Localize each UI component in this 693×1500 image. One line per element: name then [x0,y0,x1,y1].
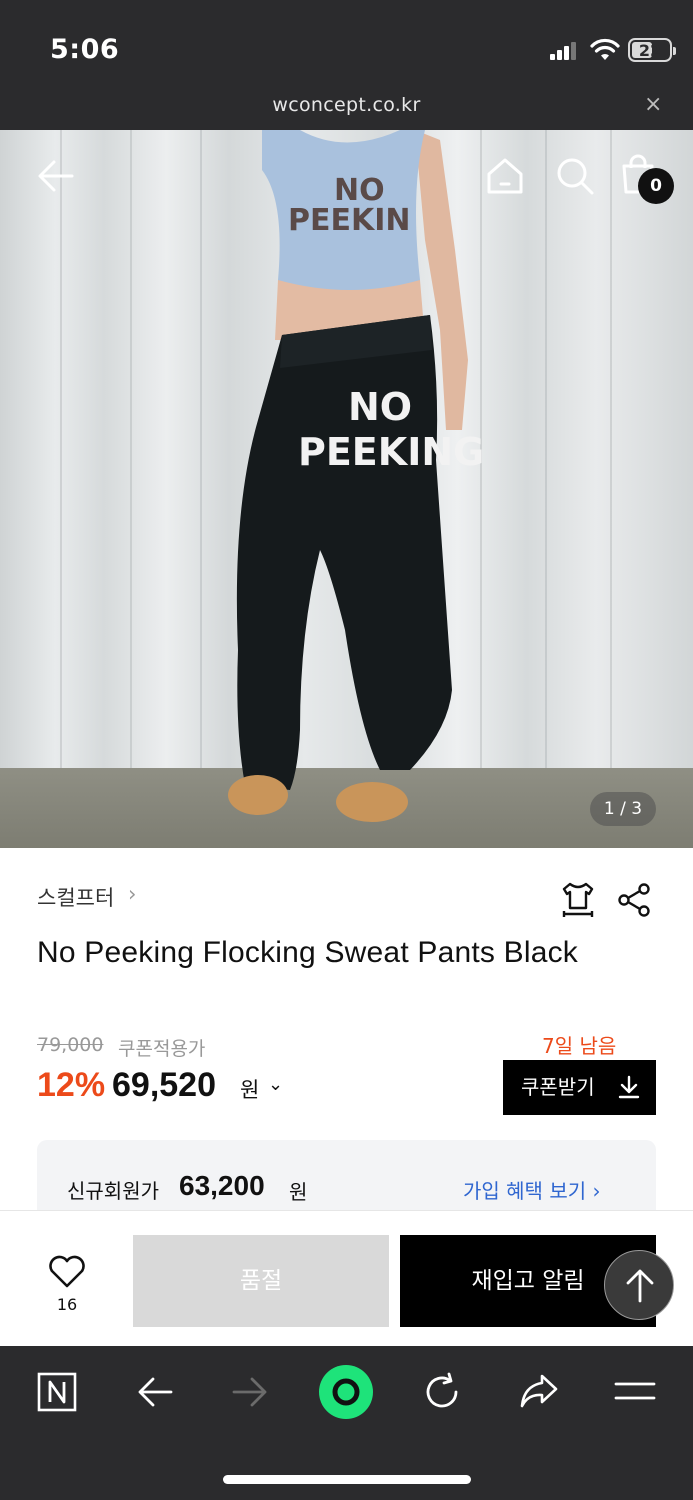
url-text[interactable]: wconcept.co.kr [0,94,693,116]
wifi-icon [590,38,620,60]
battery-level: 22 [638,41,662,60]
wishlist-count: 16 [56,1295,78,1314]
menu-icon[interactable] [614,1378,656,1406]
battery-icon: 22 [628,38,676,62]
product-image[interactable]: NO PEEKIN NO PEEKING 1 / 3 [0,130,693,848]
product-title: No Peeking Flocking Sweat Pants Black [37,936,578,969]
sale-price: 69,520 [112,1066,216,1104]
signup-benefit-link[interactable]: 가입 혜택 보기 › [463,1175,600,1204]
heart-icon[interactable] [40,1253,94,1289]
original-price: 79,000 [37,1034,104,1056]
naver-green-dot-icon[interactable] [318,1364,374,1420]
cart-count-badge: 0 [638,168,674,204]
cellular-signal-icon [550,42,578,60]
coupon-days-left: 7일 남음 [542,1034,617,1058]
pants-print-line1: NO [348,385,412,429]
share-icon[interactable] [616,882,652,918]
arrow-up-icon [626,1269,654,1303]
status-time: 5:06 [50,34,120,65]
download-icon [618,1075,640,1099]
coupon-price-label: 쿠폰적용가 [118,1038,206,1060]
scroll-to-top-button[interactable] [604,1250,674,1320]
image-counter: 1 / 3 [590,792,656,826]
naver-n-icon[interactable] [37,1372,77,1412]
browser-url-bar[interactable]: wconcept.co.kr × [0,88,693,130]
home-indicator [223,1475,471,1484]
status-bar: 5:06 22 [0,0,693,88]
chevron-right-icon: › [128,882,137,906]
get-coupon-button[interactable]: 쿠폰받기 [503,1060,656,1115]
share-arrow-icon[interactable] [518,1372,560,1412]
new-member-currency: 원 [289,1180,308,1204]
close-icon[interactable]: × [644,92,662,117]
back-arrow-icon[interactable] [36,158,76,194]
size-guide-icon[interactable] [558,880,598,920]
sold-out-button: 품절 [133,1235,389,1327]
pants-print-line2: PEEKING [298,430,484,474]
currency-unit: 원 [240,1078,260,1102]
search-icon[interactable] [555,156,595,196]
discount-rate: 12% [37,1066,106,1104]
chevron-down-icon[interactable]: ⌄ [268,1074,283,1095]
refresh-icon[interactable] [422,1372,462,1412]
brand-link[interactable]: 스컬프터 [37,882,114,912]
home-icon[interactable] [485,156,525,196]
top-print-line2: PEEKIN [288,203,411,238]
new-member-price: 63,200 [179,1170,265,1201]
browser-forward-icon[interactable] [230,1374,270,1410]
get-coupon-label: 쿠폰받기 [521,1075,595,1099]
new-member-label: 신규회원가 [67,1179,159,1203]
purchase-action-bar: 16 품절 재입고 알림 [0,1210,693,1346]
model-figure: NO PEEKIN NO PEEKING [228,130,484,822]
browser-back-icon[interactable] [135,1374,175,1410]
